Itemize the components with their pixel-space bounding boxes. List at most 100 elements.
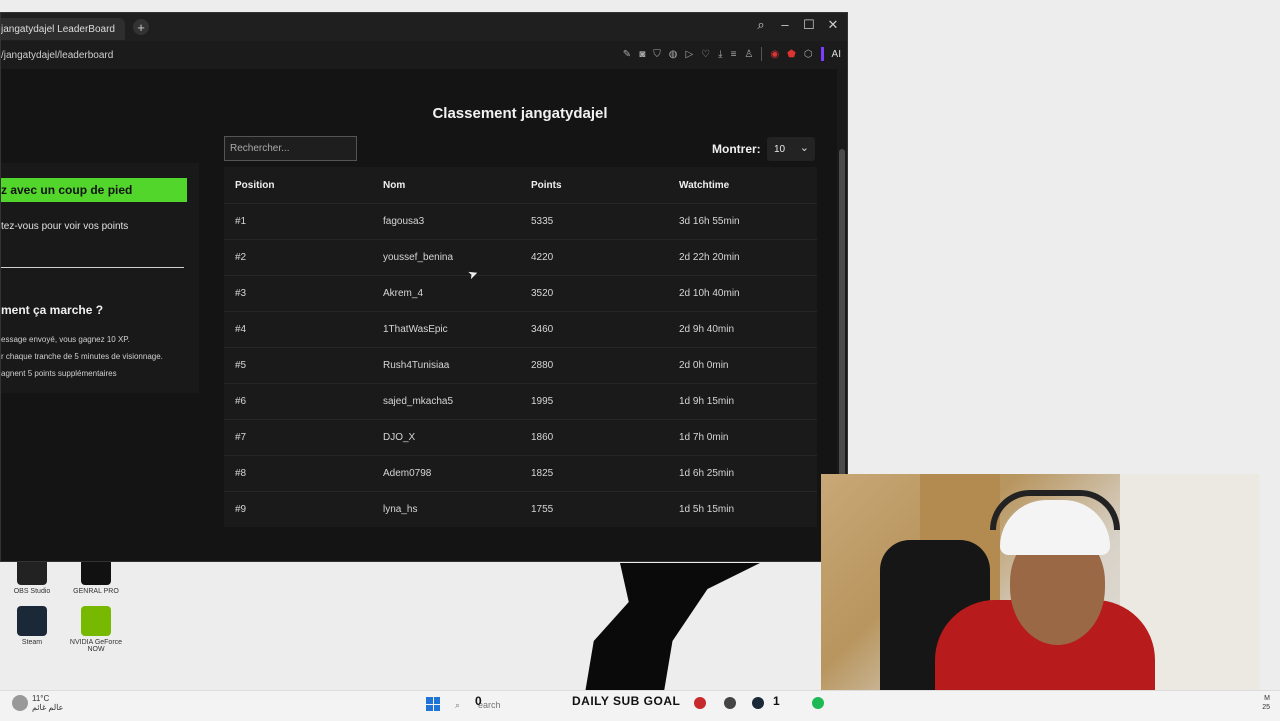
cell-position: #7 [235,431,247,443]
desktop-icon-label: GENRAL PRO [73,588,119,595]
extension-icon[interactable]: ◉ [770,49,779,60]
cell-name: Adem0798 [383,467,432,479]
scroll-thumb[interactable] [839,149,845,519]
play-icon[interactable]: ▷ [685,49,693,60]
cell-position: #2 [235,251,247,263]
tab-title: jangatydajel LeaderBoard [1,23,115,35]
clock-time: M [1264,695,1270,702]
shield-icon[interactable]: ⛉ [653,49,661,60]
ai-button[interactable]: AI [832,49,841,60]
search-icon[interactable]: ⌕ [755,17,767,33]
weather-widget[interactable]: 11°C عالم غائم [12,694,63,712]
cell-name: lyna_hs [383,503,418,515]
table-header: Position Nom Points Watchtime [224,167,817,204]
account-icon[interactable]: ♙ [744,49,753,60]
how-line: agnent 5 points supplémentaires [1,369,117,378]
cell-position: #4 [235,323,247,335]
menu-icon[interactable]: ≡ [731,49,737,60]
browser-tab[interactable]: jangatydajel LeaderBoard [1,18,125,40]
app-icon[interactable] [724,697,736,709]
cell-name: sajed_mkacha5 [383,395,454,407]
cell-name: fagousa3 [383,215,425,227]
spotify-icon[interactable] [812,697,824,709]
connect-text: tez-vous pour voir vos points [1,221,129,232]
camera-icon[interactable]: ◙ [639,49,645,60]
steam-icon [17,606,47,636]
how-it-works-title: ment ça marche ? [1,303,104,317]
vpn-icon[interactable]: ◍ [669,49,678,60]
weather-location: عالم غائم [32,703,64,712]
cell-points: 4220 [531,251,554,263]
show-count-select[interactable]: 10 ⌄ [767,137,815,161]
adblock-icon[interactable]: ⬟ [787,49,796,60]
opera-icon[interactable] [694,697,706,709]
windows-start-icon[interactable] [426,697,440,711]
clock[interactable]: M 25 [1262,694,1270,712]
how-line: r chaque tranche de 5 minutes de visionn… [1,352,163,361]
cell-points: 3460 [531,323,554,335]
cell-name: youssef_benina [383,251,454,263]
edit-icon[interactable]: ✎ [623,49,631,60]
desktop-icon-label: NVIDIA GeForce NOW [69,639,123,653]
cell-position: #6 [235,395,247,407]
kick-login-button[interactable]: z avec un coup de pied [1,178,187,202]
url-field[interactable]: /jangatydajel/leaderboard [1,50,113,61]
cell-watchtime: 1d 6h 25min [679,467,735,479]
cell-position: #5 [235,359,247,371]
cell-watchtime: 2d 10h 40min [679,287,740,299]
desktop-icon-nvidia[interactable]: NVIDIA GeForce NOW [66,606,126,653]
table-row: #2 youssef_benina 4220 2d 22h 20min [224,239,817,276]
cell-watchtime: 3d 16h 55min [679,215,740,227]
sub-goal-count: 1 [773,694,780,708]
header-name[interactable]: Nom [383,180,405,191]
weather-temp: 11°C [32,694,50,703]
header-points[interactable]: Points [531,180,562,191]
how-line: essage envoyé, vous gagnez 10 XP. [1,335,130,344]
table-row: #4 1ThatWasEpic 3460 2d 9h 40min [224,311,817,348]
table-row: #3 Akrem_4 3520 2d 10h 40min [224,275,817,312]
desktop-icon-label: OBS Studio [13,588,51,595]
new-tab-button[interactable]: + [132,19,149,35]
cloud-icon [12,695,28,711]
table-row: #9 lyna_hs 1755 1d 5h 15min [224,491,817,527]
table-row: #1 fagousa3 5335 3d 16h 55min [224,203,817,240]
cell-watchtime: 1d 9h 15min [679,395,735,407]
sidebar-indicator [820,47,824,61]
desktop-icon-steam[interactable]: Steam [2,606,62,646]
clock-date: 25 [1262,704,1270,711]
cell-points: 1995 [531,395,554,407]
maximize-icon[interactable]: ☐ [803,17,815,33]
header-position[interactable]: Position [235,180,274,191]
cell-watchtime: 1d 5h 15min [679,503,735,515]
nvidia-icon [81,606,111,636]
cell-watchtime: 1d 7h 0min [679,431,729,443]
taskbar-search[interactable]: ⌕ earch [455,696,565,714]
address-bar: /jangatydajel/leaderboard ✎ ◙ ⛉ ◍ ▷ ♡ ⤓ … [1,41,847,70]
search-input[interactable] [224,136,357,161]
search-icon: ⌕ [455,699,461,710]
panel-divider [1,267,184,268]
kick-login-label: z avec un coup de pied [1,183,133,197]
header-watchtime[interactable]: Watchtime [679,180,729,191]
cell-name: Akrem_4 [383,287,424,299]
heart-icon[interactable]: ♡ [701,49,710,60]
toolbar-icons: ✎ ◙ ⛉ ◍ ▷ ♡ ⤓ ≡ ♙ ◉ ⬟ ⬡ AI [623,47,841,61]
table-row: #8 Adem0798 1825 1d 6h 25min [224,455,817,492]
cube-icon[interactable]: ⬡ [804,49,813,60]
window-controls: ⌕ – ☐ ✕ [755,17,839,33]
webcam-headset [990,490,1120,530]
close-icon[interactable]: ✕ [827,17,839,33]
table-row: #7 DJO_X 1860 1d 7h 0min [224,419,817,456]
cell-position: #8 [235,467,247,479]
browser-window: jangatydajel LeaderBoard + ⌕ – ☐ ✕ /jang… [0,12,848,562]
table-row: #5 Rush4Tunisiaa 2880 2d 0h 0min [224,347,817,384]
cell-points: 1755 [531,503,554,515]
minimize-icon[interactable]: – [779,17,791,33]
show-count-value: 10 [774,143,786,155]
cell-name: 1ThatWasEpic [383,323,448,335]
download-icon[interactable]: ⤓ [718,49,722,60]
leaderboard-table: Position Nom Points Watchtime #1 fagousa3… [224,167,817,527]
cell-watchtime: 2d 0h 0min [679,359,729,371]
toolbar-separator [761,47,763,61]
steam-taskbar-icon[interactable] [752,697,764,709]
